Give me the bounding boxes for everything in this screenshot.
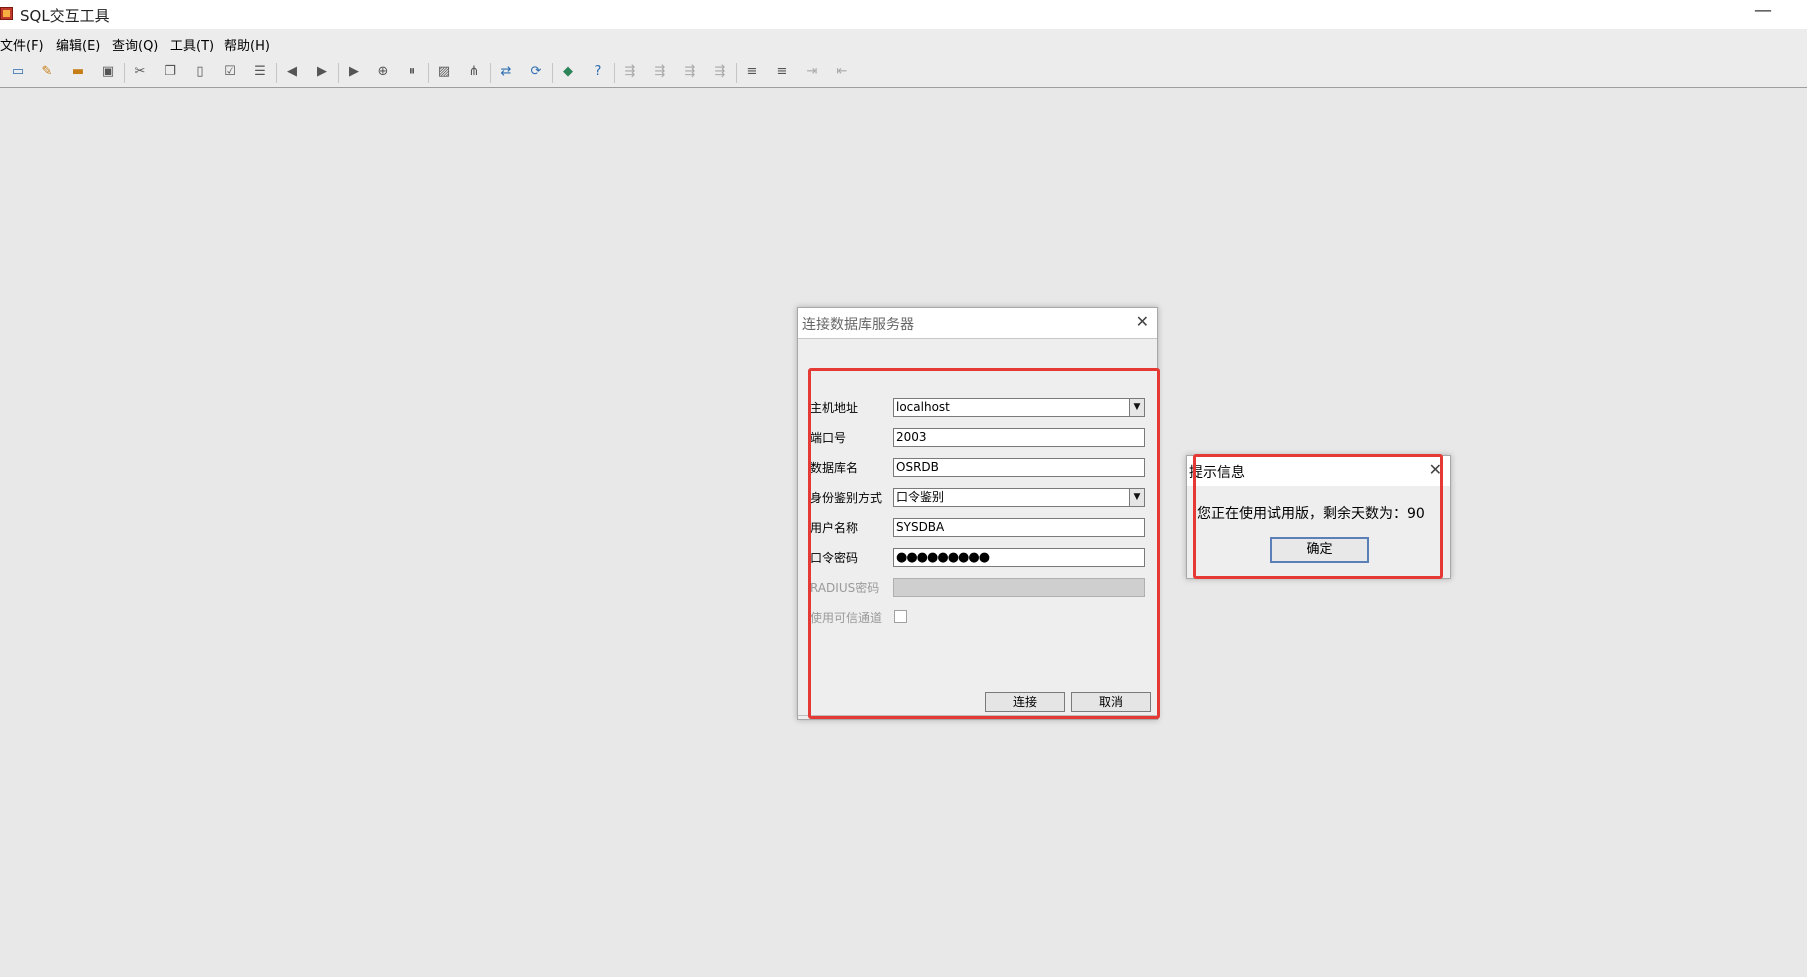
chart-icon[interactable]: ⋔ bbox=[465, 63, 483, 81]
format-icon[interactable]: ☑ bbox=[221, 63, 239, 81]
connect-dialog-title: 连接数据库服务器 bbox=[802, 317, 914, 333]
close-icon[interactable]: ✕ bbox=[1136, 312, 1149, 331]
toolbar-separator bbox=[428, 63, 429, 83]
indent-icon[interactable]: ≡ bbox=[743, 63, 761, 81]
book-icon[interactable]: ◆ bbox=[559, 63, 577, 81]
debug2-icon[interactable]: ⇶ bbox=[651, 63, 669, 81]
toolbar-separator bbox=[490, 63, 491, 83]
app-title: SQL交互工具 bbox=[20, 7, 110, 25]
outdent-icon[interactable]: ≡ bbox=[773, 63, 791, 81]
toolbar-separator bbox=[614, 63, 615, 83]
connect-dialog-titlebar: 连接数据库服务器 ✕ bbox=[798, 308, 1157, 338]
toolbar-separator bbox=[338, 63, 339, 83]
back-icon[interactable]: ◀ bbox=[283, 63, 301, 81]
open-folder-icon[interactable]: ▬ bbox=[69, 63, 87, 81]
refresh-icon[interactable]: ⟳ bbox=[527, 63, 545, 81]
step-icon[interactable]: ⊕ bbox=[374, 63, 392, 81]
highlight-box-connect-form bbox=[808, 368, 1160, 719]
image-icon[interactable]: ▨ bbox=[435, 63, 453, 81]
app-icon bbox=[0, 7, 13, 20]
menu-edit[interactable]: 编辑(E) bbox=[56, 35, 100, 54]
help-icon[interactable]: ? bbox=[589, 63, 607, 81]
highlight-box-info-dialog bbox=[1193, 454, 1443, 579]
stop-icon[interactable]: ⏸ bbox=[403, 63, 421, 81]
toolbar-separator bbox=[124, 63, 125, 83]
copy-icon[interactable]: ❐ bbox=[161, 63, 179, 81]
menu-bar: 文件(F) 编辑(E) 查询(Q) 工具(T) 帮助(H) bbox=[0, 29, 1807, 57]
toolbar: ▭ ✎ ▬ ▣ ✂ ❐ ▯ ☑ ☰ ◀ ▶ ▶ ⊕ ⏸ ▨ ⋔ ⇄ ⟳ ◆ ? … bbox=[0, 57, 1807, 88]
monitor-icon[interactable]: ▭ bbox=[9, 63, 27, 81]
debug3-icon[interactable]: ⇶ bbox=[681, 63, 699, 81]
cut-icon[interactable]: ✂ bbox=[131, 63, 149, 81]
debug4-icon[interactable]: ⇶ bbox=[711, 63, 729, 81]
uncomment-icon[interactable]: ⇤ bbox=[833, 63, 851, 81]
toolbar-separator bbox=[736, 63, 737, 83]
debug1-icon[interactable]: ⇶ bbox=[621, 63, 639, 81]
run-icon[interactable]: ▶ bbox=[345, 63, 363, 81]
save-icon[interactable]: ▣ bbox=[99, 63, 117, 81]
menu-file[interactable]: 文件(F) bbox=[0, 35, 44, 54]
menu-tools[interactable]: 工具(T) bbox=[170, 35, 214, 54]
swap-icon[interactable]: ⇄ bbox=[497, 63, 515, 81]
paste-icon[interactable]: ▯ bbox=[191, 63, 209, 81]
title-bar: SQL交互工具 — bbox=[0, 0, 1807, 29]
menu-help[interactable]: 帮助(H) bbox=[224, 35, 270, 54]
toolbar-separator bbox=[276, 63, 277, 83]
minimize-icon[interactable]: — bbox=[1753, 2, 1773, 22]
toolbar-separator bbox=[552, 63, 553, 83]
forward-icon[interactable]: ▶ bbox=[313, 63, 331, 81]
menu-query[interactable]: 查询(Q) bbox=[112, 35, 158, 54]
list-icon[interactable]: ☰ bbox=[251, 63, 269, 81]
edit-icon[interactable]: ✎ bbox=[38, 63, 56, 81]
comment-icon[interactable]: ⇥ bbox=[803, 63, 821, 81]
